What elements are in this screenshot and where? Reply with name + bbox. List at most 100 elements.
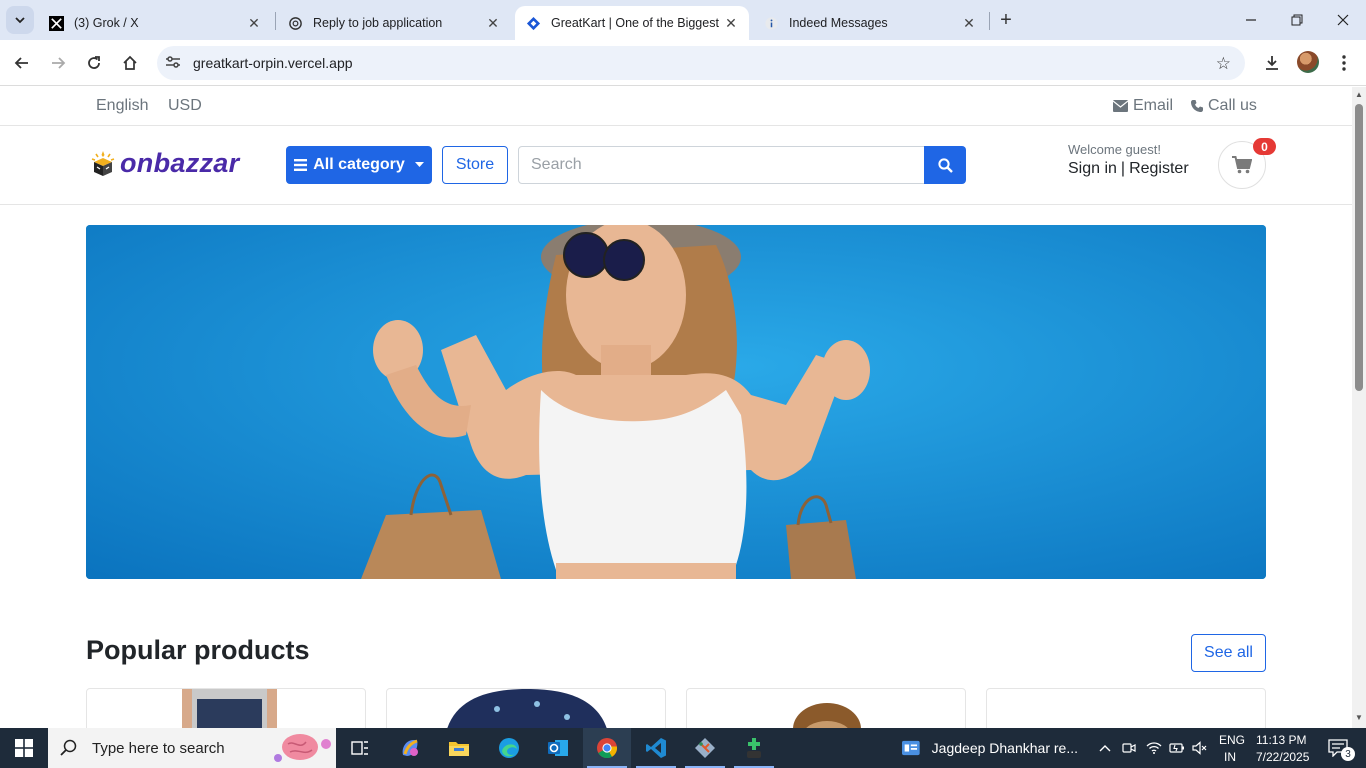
bars-icon (294, 159, 308, 171)
product-image (447, 689, 607, 728)
terminal-app-button[interactable] (730, 728, 778, 768)
search-icon (937, 157, 953, 173)
file-explorer-button[interactable] (435, 728, 483, 768)
downloads-button[interactable] (1260, 51, 1284, 75)
tab-search-button[interactable] (6, 6, 34, 34)
close-tab-icon[interactable]: ✕ (961, 15, 977, 31)
banner-model-image (86, 225, 1266, 579)
caret-down-icon (414, 162, 424, 167)
close-tab-icon[interactable]: ✕ (246, 15, 262, 31)
windows-logo-icon (15, 739, 33, 757)
tab-title: GreatKart | One of the Biggest O (551, 16, 723, 30)
minimize-button[interactable] (1228, 0, 1274, 40)
site-logo[interactable]: onbazzar (88, 148, 239, 179)
copilot-button[interactable] (386, 728, 434, 768)
product-card[interactable] (686, 688, 966, 728)
scroll-down-icon[interactable]: ▼ (1355, 714, 1363, 722)
all-category-label: All category (313, 156, 405, 173)
windows-taskbar: Type here to search Jagdeep Dhankhar re.… (0, 728, 1366, 768)
currency-selector[interactable]: USD (168, 97, 202, 115)
forward-button[interactable] (46, 51, 70, 75)
back-button[interactable] (10, 51, 34, 75)
site-settings-icon[interactable] (165, 55, 181, 72)
edge-button[interactable] (485, 728, 533, 768)
close-tab-icon[interactable]: ✕ (485, 15, 501, 31)
email-link[interactable]: Email (1113, 97, 1173, 115)
meet-now-button[interactable] (1118, 728, 1140, 768)
search-input[interactable] (518, 146, 925, 184)
hero-banner[interactable] (86, 225, 1266, 579)
restore-button[interactable] (1274, 0, 1320, 40)
clock-date: 7/22/2025 (1256, 750, 1310, 764)
tab-divider (275, 12, 276, 30)
top-info-bar: English USD Email Call us (0, 87, 1352, 126)
product-card[interactable] (386, 688, 666, 728)
scroll-up-icon[interactable]: ▲ (1355, 91, 1363, 99)
all-category-button[interactable]: All category (286, 146, 432, 184)
show-hidden-icons-button[interactable] (1094, 728, 1116, 768)
register-link[interactable]: Register (1129, 160, 1189, 178)
region-indicator: IN (1224, 750, 1236, 764)
section-title: Popular products (86, 635, 310, 665)
new-tab-button[interactable]: + (994, 8, 1018, 32)
search-icon (60, 739, 77, 756)
tab-title: Reply to job application (313, 16, 443, 30)
sign-in-link[interactable]: Sign in (1068, 160, 1117, 178)
product-image (793, 703, 861, 728)
clock-time[interactable]: 11:13 PM (1256, 733, 1306, 747)
home-icon (123, 55, 137, 70)
language-indicator[interactable]: ENG (1219, 733, 1245, 747)
tab-indeed[interactable]: Indeed Messages ✕ (753, 6, 987, 40)
battery-button[interactable] (1166, 728, 1188, 768)
search-button[interactable] (924, 146, 966, 184)
url-text: greatkart-orpin.vercel.app (193, 55, 353, 71)
outlook-icon (548, 740, 568, 756)
tab-grok[interactable]: (3) Grok / X ✕ (38, 6, 272, 40)
home-button[interactable] (118, 51, 142, 75)
bookmark-star-icon[interactable]: ☆ (1216, 54, 1231, 74)
news-widget[interactable]: Jagdeep Dhankhar re... (898, 728, 1078, 768)
close-window-button[interactable] (1320, 0, 1366, 40)
network-button[interactable] (1143, 728, 1165, 768)
news-icon (902, 740, 920, 756)
profile-avatar[interactable] (1297, 51, 1319, 73)
notifications-button[interactable]: 3 (1318, 728, 1358, 768)
store-button[interactable]: Store (442, 146, 508, 184)
product-card[interactable] (86, 688, 366, 728)
task-view-button[interactable] (336, 728, 384, 768)
info-icon (763, 15, 779, 31)
taskbar-search-box[interactable]: Type here to search (48, 728, 336, 768)
tab-reply-job[interactable]: Reply to job application ✕ (277, 6, 511, 40)
green-plus-icon (747, 738, 761, 758)
close-tab-icon[interactable]: ✕ (723, 15, 739, 31)
page-scrollbar[interactable]: ▲ ▼ (1352, 87, 1366, 728)
see-all-button[interactable]: See all (1191, 634, 1266, 672)
volume-muted-icon (1192, 741, 1207, 755)
account-links: Sign in | Register (1068, 160, 1189, 178)
chrome-icon (597, 738, 618, 759)
volume-button[interactable] (1189, 728, 1211, 768)
tab-greatkart[interactable]: GreatKart | One of the Biggest O ✕ (515, 6, 749, 40)
language-selector[interactable]: English (96, 97, 148, 115)
git-client-button[interactable] (681, 728, 729, 768)
taskbar-search-placeholder: Type here to search (92, 739, 225, 757)
logo-text: onbazzar (120, 148, 240, 178)
address-bar[interactable]: greatkart-orpin.vercel.app ☆ (157, 46, 1245, 80)
tab-title: Indeed Messages (789, 16, 888, 30)
scrollbar-thumb[interactable] (1355, 104, 1363, 391)
product-card[interactable] (986, 688, 1266, 728)
reload-button[interactable] (82, 51, 106, 75)
browser-tab-strip: (3) Grok / X ✕ Reply to job application … (0, 0, 1366, 40)
copilot-icon (402, 739, 418, 756)
folder-icon (449, 742, 469, 756)
vscode-button[interactable] (632, 728, 680, 768)
call-link[interactable]: Call us (1191, 97, 1257, 115)
outlook-button[interactable] (534, 728, 582, 768)
vscode-icon (646, 738, 666, 758)
email-label: Email (1133, 97, 1174, 114)
chrome-button[interactable] (583, 728, 631, 768)
start-button[interactable] (0, 728, 48, 768)
tab-divider (989, 12, 990, 30)
browser-menu-button[interactable] (1332, 51, 1356, 75)
battery-icon (1169, 743, 1184, 753)
